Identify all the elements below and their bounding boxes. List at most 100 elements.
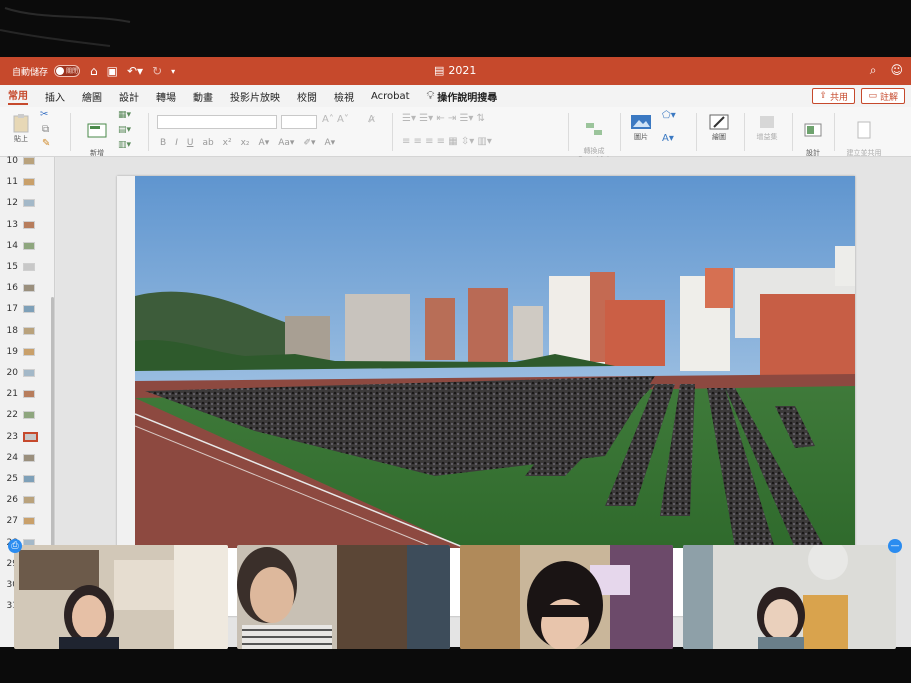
tell-me-search[interactable]: 💡︎ 操作說明搜尋 (427, 89, 498, 104)
video-tile-2[interactable] (237, 545, 450, 649)
scribble-mark (0, 7, 131, 47)
copy-icon[interactable]: ⧉ (42, 125, 49, 135)
slide-thumbnail-14[interactable]: 14 (0, 236, 52, 256)
bold-icon[interactable]: B (160, 138, 166, 148)
align-icons[interactable]: ≡ ≡ ≡ ≡ ▦ ⇳▾ ▥▾ (402, 137, 492, 147)
slide-thumbnail-11[interactable]: 11 (0, 172, 52, 192)
shapes-icon[interactable]: ⬠▾ (662, 111, 676, 121)
tab-animations[interactable]: 動畫 (193, 89, 213, 104)
tab-slideshow[interactable]: 投影片放映 (230, 89, 280, 104)
video-tile-1[interactable] (14, 545, 228, 649)
tab-acrobat[interactable]: Acrobat (371, 91, 410, 102)
font-color-icon[interactable]: A▾ (259, 138, 270, 148)
video-tile-4[interactable] (683, 545, 896, 649)
slide-thumbnail-image (23, 431, 38, 442)
tab-home[interactable]: 常用 (8, 87, 28, 105)
design-ideas-icon (804, 123, 822, 137)
title-bar: 自動儲存 關閉 ⌂ ▣ ↶▾ ↻ ▾ ▤ 2021 ⌕ ☺ (0, 57, 911, 85)
tab-view[interactable]: 檢視 (334, 89, 354, 104)
slide-photo-school-assembly[interactable] (135, 176, 855, 548)
drawing-button[interactable]: 繪圖 (704, 113, 734, 141)
autosave-toggle[interactable]: 關閉 (54, 65, 81, 77)
lightbulb-icon: 💡︎ (426, 89, 435, 102)
layout-icon[interactable]: ▦▾ (118, 111, 131, 120)
slide-thumbnail-18[interactable]: 18 (0, 321, 52, 341)
reset-icon[interactable]: ▤▾ (118, 126, 131, 135)
slide-thumbnail-image (23, 199, 35, 208)
slide-thumbnail-24[interactable]: 24 (0, 448, 52, 468)
change-case-icon[interactable]: Aa▾ (278, 138, 294, 148)
video-call-strip: ⎙ — (0, 539, 911, 650)
tab-review[interactable]: 校閱 (297, 89, 317, 104)
slide-thumbnail-19[interactable]: 19 (0, 342, 52, 362)
customize-toolbar-icon[interactable]: ▾ (171, 67, 175, 76)
italic-icon[interactable]: I (175, 138, 178, 148)
slide-thumbnail-image (23, 157, 35, 165)
slide-thumbnail-17[interactable]: 17 (0, 299, 52, 319)
paste-label: 貼上 (14, 135, 28, 143)
highlight-icon[interactable]: ✐▾ (303, 138, 315, 148)
slide-thumbnail-25[interactable]: 25 (0, 469, 52, 489)
slide-thumbnail-image (23, 453, 35, 462)
tab-insert[interactable]: 插入 (45, 89, 65, 104)
comments-button[interactable]: ▭ 註解 (861, 88, 905, 104)
grow-font-icon[interactable]: A˄ A˅ (322, 115, 349, 125)
new-slide-icon (87, 123, 107, 138)
text-color-icon[interactable]: A▾ (325, 138, 336, 148)
paste-button[interactable]: 貼上 (10, 113, 32, 143)
superscript-icon[interactable]: x² (223, 138, 232, 148)
home-icon[interactable]: ⌂ (90, 64, 98, 78)
screen: 自動儲存 關閉 ⌂ ▣ ↶▾ ↻ ▾ ▤ 2021 ⌕ ☺ 常用 插入 繪圖 設計… (0, 0, 911, 683)
picture-label: 圖片 (634, 133, 648, 141)
slide-thumbnail-image (23, 284, 35, 293)
format-painter-icon[interactable]: ✎ (42, 139, 50, 149)
bullets-icon[interactable]: ☰▾ ☰▾ ⇤ ⇥ ☰▾ ⇅ (402, 114, 485, 124)
picture-button[interactable]: 圖片 (628, 113, 654, 141)
strikethrough-icon[interactable]: ab (202, 138, 213, 148)
slide-thumbnail-image (23, 411, 35, 420)
tab-design[interactable]: 設計 (119, 89, 139, 104)
tab-transitions[interactable]: 轉場 (156, 89, 176, 104)
slide-thumbnail-13[interactable]: 13 (0, 215, 52, 235)
underline-icon[interactable]: U (187, 138, 194, 148)
undo-icon[interactable]: ↶▾ (127, 64, 143, 78)
share-button[interactable]: ⇪ 共用 (812, 88, 855, 104)
pin-badge-left[interactable]: ⎙ (8, 539, 22, 553)
addins-icon (760, 116, 774, 128)
tab-draw[interactable]: 繪圖 (82, 89, 102, 104)
slide-thumbnail-22[interactable]: 22 (0, 405, 52, 425)
slide-thumbnail-image (23, 263, 35, 271)
slide-thumbnail-23[interactable]: 23 (0, 427, 52, 447)
search-icon[interactable]: ⌕ (870, 63, 877, 78)
section-icon[interactable]: ▥▾ (118, 141, 131, 150)
slide-thumbnail-20[interactable]: 20 (0, 363, 52, 383)
slide-thumbnail-26[interactable]: 26 (0, 490, 52, 510)
slide-thumbnail-12[interactable]: 12 (0, 193, 52, 213)
clipboard-icon (13, 114, 29, 133)
clear-format-icon[interactable]: A̷ (368, 115, 375, 125)
slide-thumbnail-image (23, 326, 35, 335)
slide-thumbnail-16[interactable]: 16 (0, 278, 52, 298)
slide-thumbnail-27[interactable]: 27 (0, 511, 52, 531)
slide-thumbnail-15[interactable]: 15 (0, 257, 52, 277)
more-options-badge[interactable]: — (888, 539, 902, 553)
font-size-box[interactable] (281, 115, 317, 129)
video-tile-3[interactable] (460, 545, 673, 649)
textbox-icon[interactable]: A▾ (662, 134, 674, 144)
slide-number: 22 (6, 410, 18, 421)
drawing-icon (709, 114, 729, 130)
font-name-box[interactable] (157, 115, 277, 129)
slide-thumbnail-10[interactable]: 10 (0, 151, 52, 171)
addins-button[interactable]: 增益集 (752, 113, 782, 141)
convert-smartart-button[interactable]: 轉換成 SmartArt (576, 113, 612, 163)
tell-me-label: 操作說明搜尋 (437, 92, 498, 104)
slide-thumbnail-image (23, 178, 35, 187)
ribbon-toolbar: 貼上 ✂ ⧉ ✎ 新增 投影片 ▦▾ ▤▾ ▥▾ A˄ A˅ A̷ B I U … (0, 107, 911, 165)
subscript-icon[interactable]: x₂ (241, 138, 250, 148)
redo-icon[interactable]: ↻ (152, 64, 162, 78)
cut-icon[interactable]: ✂ (40, 110, 48, 120)
save-icon[interactable]: ▣ (107, 64, 118, 78)
slide-number: 10 (6, 156, 18, 166)
account-icon[interactable]: ☺ (890, 63, 903, 78)
slide-thumbnail-21[interactable]: 21 (0, 384, 52, 404)
